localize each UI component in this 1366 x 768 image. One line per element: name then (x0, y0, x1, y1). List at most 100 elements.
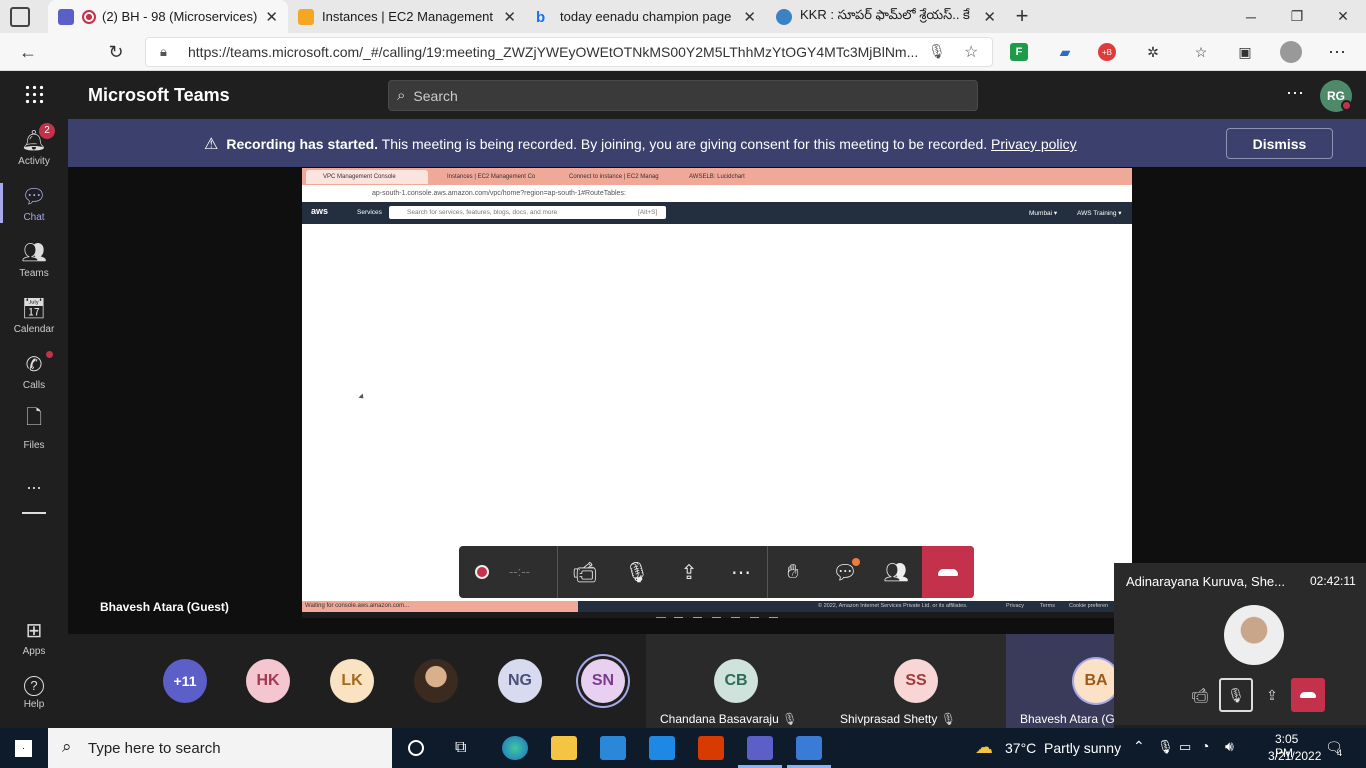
favorite-add-icon[interactable]: ☆ (964, 42, 978, 62)
calendar-icon: 📅︎ (21, 297, 47, 320)
collections-icon[interactable]: ▣ (1234, 41, 1256, 63)
app-launcher-icon[interactable] (24, 84, 44, 104)
store-icon[interactable] (600, 736, 626, 760)
participant-avatar-speaking[interactable]: SN (581, 659, 625, 703)
remote-desktop-icon[interactable] (796, 736, 822, 760)
office-icon[interactable] (698, 736, 724, 760)
pip-camera-off-button[interactable]: 📹︎ (1183, 678, 1217, 712)
participant-name: Chandana Basavaraju 🎙︎ (660, 712, 797, 726)
shared-url: ap-south-1.console.aws.amazon.com/vpc/ho… (372, 190, 626, 197)
weather-icon[interactable]: ☁ (975, 737, 993, 758)
close-tab-icon[interactable]: ✕ (743, 8, 756, 26)
shared-tab-label: VPC Management Console (323, 174, 396, 180)
participant-tile[interactable]: SS Shivprasad Shetty 🎙︎ (826, 634, 1006, 728)
task-view-icon[interactable]: ⧉ (455, 739, 466, 757)
rail-item-more[interactable]: ... (0, 455, 68, 511)
record-button[interactable] (459, 546, 505, 598)
raise-hand-button[interactable]: ✋︎ (767, 546, 819, 598)
more-icon: ⋯ (731, 561, 751, 584)
privacy-policy-link[interactable]: Privacy policy (991, 136, 1077, 152)
extension-red-icon[interactable]: +B (1098, 43, 1116, 61)
rail-item-calls[interactable]: ✆ Calls (0, 343, 68, 399)
camera-off-button[interactable]: 📹︎ (559, 546, 611, 598)
profile-icon[interactable] (1280, 41, 1302, 63)
close-tab-icon[interactable]: ✕ (983, 8, 996, 26)
lock-icon: 🔒︎ (160, 44, 167, 59)
close-tab-icon[interactable]: ✕ (265, 8, 278, 26)
new-tab-button[interactable]: + (1010, 4, 1034, 28)
rail-item-apps[interactable]: ⊞ Apps (0, 609, 68, 665)
file-icon: 🗋 (25, 407, 43, 429)
teams-taskbar-icon[interactable] (747, 736, 773, 760)
rail-item-calendar[interactable]: 📅︎ Calendar (0, 287, 68, 343)
participant-avatar[interactable]: LK (330, 659, 374, 703)
hang-up-button[interactable] (922, 546, 974, 598)
pip-mic-muted-button[interactable]: 🎙︎ (1219, 678, 1253, 712)
minimize-icon[interactable]: ─ (1228, 0, 1274, 33)
mic-muted-button[interactable]: 🎙︎ (611, 546, 663, 598)
pip-share-button[interactable]: ⇪ (1255, 678, 1289, 712)
participant-name: Shivprasad Shetty 🎙︎ (840, 712, 956, 726)
url-field[interactable]: 🔒︎ https://teams.microsoft.com/_#/callin… (145, 37, 993, 67)
back-icon[interactable]: ← (13, 37, 43, 67)
address-bar-row: ← ↻ 🔒︎ https://teams.microsoft.com/_#/ca… (0, 33, 1366, 71)
browser-tab-ec2[interactable]: Instances | EC2 Management Co ✕ (288, 0, 526, 33)
participant-tile[interactable]: CB Chandana Basavaraju 🎙︎ (646, 634, 826, 728)
clock-date[interactable]: 3/21/2022 (1268, 749, 1321, 763)
tab-actions-icon[interactable] (10, 7, 30, 27)
browser-tab-kkr[interactable]: KKR : సూపర్ ఫామ్‌లో శ్రేయస్.. కే ✕ (766, 0, 1006, 33)
pip-hang-up-button[interactable] (1291, 678, 1325, 712)
overflow-participants[interactable]: +11 (163, 659, 207, 703)
rail-item-files[interactable]: 🗋 Files (0, 399, 68, 455)
browser-tab-bing[interactable]: b today eenadu champion page - S ✕ (526, 0, 766, 33)
cortana-icon[interactable] (408, 740, 424, 756)
participant-tile[interactable]: BA Bhavesh Atara (Gu (1006, 634, 1114, 728)
search-input[interactable]: ⌕ Search (388, 80, 978, 111)
rail-item-chat[interactable]: 💬︎ Chat (0, 175, 68, 231)
chevron-up-icon[interactable]: ⌃ (1133, 738, 1145, 755)
calls-dot (46, 351, 53, 358)
volume-icon[interactable]: 🔊︎ (1225, 738, 1234, 755)
edge-icon[interactable] (502, 736, 528, 760)
browser-tab-strip: (2) BH - 98 (Microservices) ( ✕ Instance… (0, 0, 1366, 33)
microphone-icon[interactable]: 🎙︎ (928, 43, 946, 60)
aws-favicon-icon (298, 8, 314, 25)
share-icon: ⇪ (680, 561, 698, 584)
extension-blue-icon[interactable]: ▰ (1054, 41, 1076, 63)
extension-green-icon[interactable]: F (1010, 43, 1028, 61)
extensions-icon[interactable]: ✲ (1142, 41, 1164, 63)
loading-status: Waiting for console.aws.amazon.com... (302, 601, 578, 612)
banner-bold: Recording has started. (226, 136, 379, 152)
restore-icon[interactable]: ❐ (1274, 0, 1320, 33)
hand-icon: ✋︎ (787, 560, 799, 583)
taskbar-search-input[interactable]: ⌕ Type here to search (48, 728, 392, 768)
windows-start-icon[interactable] (15, 740, 32, 757)
mail-icon[interactable] (649, 736, 675, 760)
more-actions-button[interactable]: ⋯ (715, 546, 767, 598)
participant-photo[interactable] (414, 659, 458, 703)
participant-avatar[interactable]: HK (246, 659, 290, 703)
favorites-icon[interactable]: ☆ (1190, 41, 1212, 63)
recording-banner: ⚠ Recording has started. This meeting is… (68, 119, 1366, 167)
close-window-icon[interactable]: ✕ (1320, 0, 1366, 33)
meeting-chat-button[interactable]: 💬︎ (819, 546, 871, 598)
browser-tab-teams[interactable]: (2) BH - 98 (Microservices) ( ✕ (48, 0, 288, 33)
rail-item-teams[interactable]: 👥︎ Teams (0, 231, 68, 287)
weather-text[interactable]: 37°C Partly sunny (1005, 740, 1121, 756)
participants-button[interactable]: 👥︎ (870, 546, 922, 598)
participant-avatar[interactable]: NG (498, 659, 542, 703)
share-screen-button[interactable]: ⇪ (663, 546, 715, 598)
aws-services: Services (357, 209, 382, 216)
refresh-icon[interactable]: ↻ (101, 37, 131, 67)
mic-tray-icon[interactable]: 🎙︎ (1157, 739, 1174, 755)
file-explorer-icon[interactable] (551, 736, 577, 760)
close-tab-icon[interactable]: ✕ (503, 8, 516, 26)
pip-call-window[interactable]: Adinarayana Kuruva, She... 02:42:11 📹︎ 🎙… (1114, 563, 1366, 725)
dismiss-button[interactable]: Dismiss (1226, 128, 1333, 159)
browser-menu-icon[interactable]: ⋯ (1326, 41, 1348, 63)
more-options-icon[interactable]: ⋯ (1286, 83, 1304, 104)
rail-item-activity[interactable]: 🔔︎ Activity 2 (0, 119, 68, 175)
rail-item-help[interactable]: ? Help (0, 665, 68, 721)
battery-icon[interactable]: ▭ (1179, 739, 1191, 755)
wifi-icon[interactable]: ◔ (1201, 738, 1209, 754)
